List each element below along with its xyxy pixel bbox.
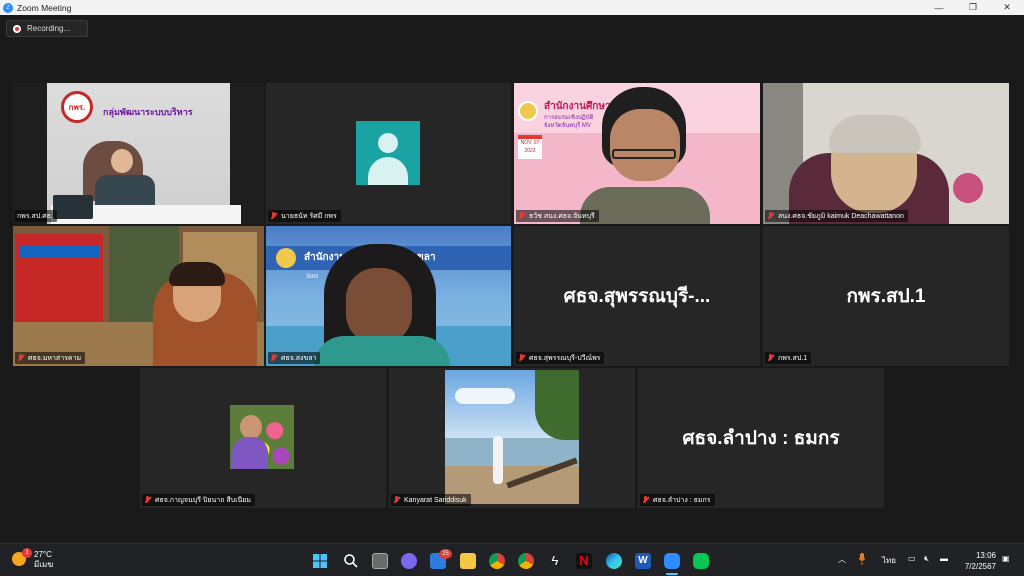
- video-tile-7[interactable]: ศธจ.สุพรรณบุรี-... ศธจ.สุพรรณบุรี-ปวีณ์พ…: [514, 226, 760, 366]
- avatar: [356, 121, 420, 185]
- chevron-up-icon[interactable]: ︿: [838, 554, 846, 565]
- mic-muted-icon: [17, 354, 25, 362]
- weather-badge: 1: [22, 548, 32, 558]
- participant-nameplate: นายธนัท รัศมี กพร: [268, 210, 341, 222]
- video-tile-4[interactable]: สนง.ศธจ.ชัยภูมิ kaimuk Deachawattanon: [763, 83, 1009, 224]
- speaker-muted-icon[interactable]: 🔇︎: [924, 554, 929, 564]
- active-app-indicator: [666, 573, 678, 575]
- mic-muted-icon: [518, 212, 526, 220]
- line-icon[interactable]: [693, 553, 709, 569]
- task-view-icon[interactable]: [372, 553, 388, 569]
- word-icon[interactable]: W: [635, 553, 651, 569]
- kpr-logo: กพร.: [61, 91, 93, 123]
- recording-indicator[interactable]: Recording...: [6, 20, 88, 37]
- mic-muted-icon: [144, 496, 152, 504]
- temperature: 27°C: [34, 550, 52, 559]
- video-feed: [763, 83, 1009, 224]
- system-clock[interactable]: 13:06 7/2/2567: [965, 550, 996, 572]
- participant-nameplate: ธวัช สนง.ศธจ.จันทบุรี: [516, 210, 599, 222]
- netflix-icon[interactable]: N: [576, 553, 592, 569]
- video-tile-1[interactable]: กพร. กลุ่มพัฒนาระบบบริหาร กพร.สป.ศธ.: [13, 83, 264, 224]
- weather-description: มีเมฆ: [34, 560, 54, 569]
- microphone-icon[interactable]: [858, 553, 866, 565]
- mic-muted-icon: [393, 496, 401, 504]
- chat-icon[interactable]: [401, 553, 417, 569]
- start-button[interactable]: [312, 553, 328, 569]
- record-icon: [13, 24, 21, 33]
- participant-nameplate: ศธจ.กาญจนบุรี ปิยนาถ สืบเนียม: [142, 494, 255, 506]
- participant-nameplate: ศธจ.สงขลา: [268, 352, 321, 364]
- close-button[interactable]: ✕: [990, 0, 1024, 15]
- clock-time: 13:06: [975, 551, 996, 560]
- mic-muted-icon: [270, 354, 278, 362]
- video-feed: [13, 226, 264, 366]
- clock-date: 7/2/2567: [964, 562, 996, 571]
- windows-taskbar: 1 27°C มีเมฆ 25 ϟ N W ︿ ไทย ▭ 🔇︎ ▬ 13:06…: [0, 543, 1024, 576]
- participant-nameplate: Kanyarat Sariddisuk: [391, 494, 471, 506]
- calendar-icon: NOV. 07 2023: [518, 135, 542, 159]
- battery-icon[interactable]: ▬: [940, 554, 948, 563]
- profile-photo: [230, 405, 294, 469]
- video-tile-11[interactable]: ศธจ.ลำปาง : ธมกร ศธจ.ลำปาง : ธมกร: [638, 368, 884, 508]
- participant-nameplate: กพร.สป.ศธ.: [15, 210, 57, 222]
- office-sign: กลุ่มพัฒนาระบบบริหาร: [103, 107, 193, 117]
- title-bar: Z Zoom Meeting — ❐ ✕: [0, 0, 1024, 15]
- video-tile-10[interactable]: Kanyarat Sariddisuk: [389, 368, 635, 508]
- window-title: Zoom Meeting: [17, 2, 72, 13]
- chrome-icon[interactable]: [489, 553, 505, 569]
- mic-muted-icon: [270, 212, 278, 220]
- mic-muted-icon: [518, 354, 526, 362]
- window-controls: — ❐ ✕: [922, 0, 1024, 15]
- video-tile-2[interactable]: นายธนัท รัศมี กพร: [266, 83, 511, 224]
- mic-muted-icon: [642, 496, 650, 504]
- participant-nameplate: ศธจ.สุพรรณบุรี-ปวีณ์พร: [516, 352, 605, 364]
- participant-display-name: ศธจ.สุพรรณบุรี-...: [563, 286, 711, 307]
- video-tile-5[interactable]: ศธจ.มหาสารคาม: [13, 226, 264, 366]
- notification-icon[interactable]: ▣: [1002, 554, 1010, 563]
- display-icon[interactable]: ▭: [908, 554, 916, 563]
- video-tile-8[interactable]: กพร.สป.1 กพร.สป.1: [763, 226, 1009, 366]
- video-feed: สำนักงาน จังหวัดสงขลา Som ation Office: [266, 226, 511, 366]
- participant-nameplate: ศธจ.มหาสารคาม: [15, 352, 86, 364]
- participant-nameplate: สนง.ศธจ.ชัยภูมิ kaimuk Deachawattanon: [765, 210, 908, 222]
- maximize-button[interactable]: ❐: [956, 0, 990, 15]
- chrome-profile-icon[interactable]: [518, 553, 534, 569]
- participant-nameplate: กพร.สป.1: [765, 352, 812, 364]
- weather-widget[interactable]: 27°C มีเมฆ: [34, 550, 53, 570]
- zoom-taskbar-icon[interactable]: [664, 553, 680, 569]
- video-feed: กพร. กลุ่มพัฒนาระบบบริหาร: [13, 83, 264, 224]
- mic-muted-icon: [767, 212, 775, 220]
- language-indicator[interactable]: ไทย: [882, 554, 896, 567]
- edge-icon[interactable]: [606, 553, 622, 569]
- file-explorer-icon[interactable]: [460, 553, 476, 569]
- lightning-icon[interactable]: ϟ: [547, 553, 563, 569]
- recording-label: Recording...: [27, 24, 71, 33]
- video-feed: สำนักงานศึกษา การอบรมเชิงปฏิบัติ จังหวัด…: [514, 83, 760, 224]
- search-icon[interactable]: [343, 553, 359, 569]
- video-tile-9[interactable]: ศธจ.กาญจนบุรี ปิยนาถ สืบเนียม: [140, 368, 386, 508]
- video-tile-3[interactable]: สำนักงานศึกษา การอบรมเชิงปฏิบัติ จังหวัด…: [514, 83, 760, 224]
- profile-photo: [445, 370, 579, 504]
- zoom-app-icon: Z: [3, 2, 13, 13]
- video-tile-6[interactable]: สำนักงาน จังหวัดสงขลา Som ation Office ศ…: [266, 226, 511, 366]
- mail-badge: 25: [439, 549, 452, 559]
- participant-display-name: ศธจ.ลำปาง : ธมกร: [682, 428, 840, 449]
- minimize-button[interactable]: —: [922, 0, 956, 15]
- participant-nameplate: ศธจ.ลำปาง : ธมกร: [640, 494, 715, 506]
- laptop: [53, 195, 93, 219]
- participant-display-name: กพร.สป.1: [846, 286, 926, 307]
- mic-muted-icon: [767, 354, 775, 362]
